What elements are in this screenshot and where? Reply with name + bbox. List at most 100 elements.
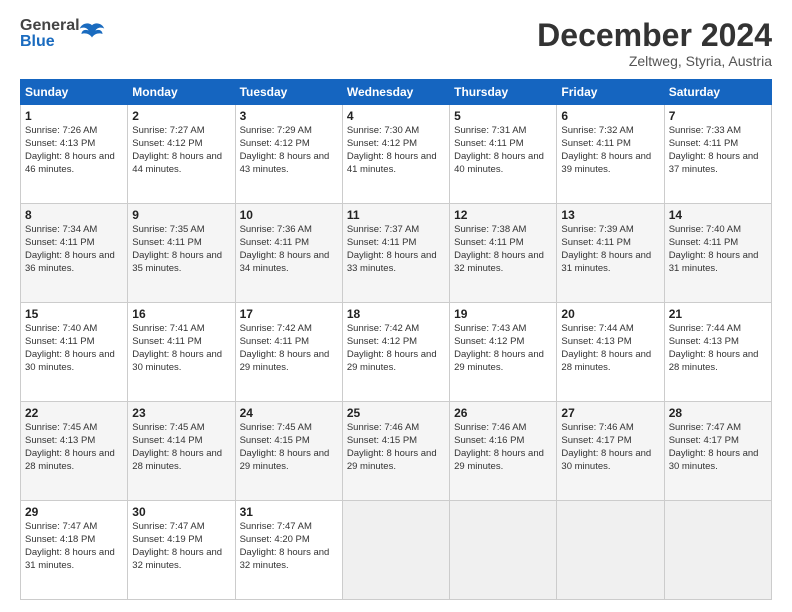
calendar-cell: 5Sunrise: 7:31 AMSunset: 4:11 PMDaylight…: [450, 105, 557, 204]
calendar-cell: 28Sunrise: 7:47 AM Sunset: 4:17 PM Dayligh…: [664, 402, 771, 501]
logo-name: General Blue: [20, 18, 80, 50]
daylight-label: Daylight: 8 hours and 32 minutes.: [454, 250, 544, 274]
sunrise-label: Sunrise: 7:27 AM: [132, 125, 204, 136]
day-number: 5: [454, 108, 552, 124]
sunset-label: Sunset: 4:11 PM: [669, 138, 739, 149]
daylight-label: Daylight: 8 hours and 30 minutes.: [25, 349, 115, 373]
calendar-cell: 27Sunrise: 7:46 AMSunset: 4:17 PMDayligh…: [557, 402, 664, 501]
calendar-cell: [450, 501, 557, 600]
sunrise-label: Sunrise: 7:39 AM: [561, 224, 633, 235]
day-number: 25: [347, 405, 445, 421]
day-number: 15: [25, 306, 123, 322]
daylight-label: Daylight: 8 hours and 31 minutes.: [669, 250, 759, 274]
sunrise-label: Sunrise: 7:37 AM: [347, 224, 419, 235]
day-number: 10: [240, 207, 338, 223]
daylight-label: Daylight: 8 hours and 46 minutes.: [25, 151, 115, 175]
calendar-cell: 25Sunrise: 7:46 AMSunset: 4:15 PMDayligh…: [342, 402, 449, 501]
sunset-label: Sunset: 4:18 PM: [25, 534, 95, 545]
calendar-cell: 26Sunrise: 7:46 AMSunset: 4:16 PMDayligh…: [450, 402, 557, 501]
sunrise-label: Sunrise: 7:45 AM: [25, 422, 97, 433]
sunrise-label: Sunrise: 7:32 AM: [561, 125, 633, 136]
day-number: 30: [132, 504, 230, 520]
calendar-cell: 19Sunrise: 7:43 AMSunset: 4:12 PMDayligh…: [450, 303, 557, 402]
day-number: 3: [240, 108, 338, 124]
daylight-label: Daylight: 8 hours and 41 minutes.: [347, 151, 437, 175]
sunrise-label: Sunrise: 7:44 AM: [561, 323, 633, 334]
day-number: 17: [240, 306, 338, 322]
day-number: 26: [454, 405, 552, 421]
calendar-header-row: SundayMondayTuesdayWednesdayThursdayFrid…: [21, 80, 772, 105]
sunrise-label: Sunrise: 7:40 AM: [25, 323, 97, 334]
sunrise-label: Sunrise: 7:41 AM: [132, 323, 204, 334]
sunset-label: Sunset: 4:11 PM: [240, 237, 310, 248]
day-number: 11: [347, 207, 445, 223]
sunrise-label: Sunrise: 7:47 AM: [669, 422, 741, 433]
sunrise-label: Sunrise: 7:40 AM: [669, 224, 741, 235]
sunrise-label: Sunrise: 7:26 AM: [25, 125, 97, 136]
day-number: 18: [347, 306, 445, 322]
calendar-cell: 10Sunrise: 7:36 AMSunset: 4:11 PMDayligh…: [235, 204, 342, 303]
daylight-label: Daylight: 8 hours and 36 minutes.: [25, 250, 115, 274]
day-number: 16: [132, 306, 230, 322]
sunset-label: Sunset: 4:11 PM: [561, 237, 631, 248]
col-header-sunday: Sunday: [21, 80, 128, 105]
sunrise-label: Sunrise: 7:45 AM: [132, 422, 204, 433]
calendar-cell: 30Sunrise: 7:47 AMSunset: 4:19 PMDayligh…: [128, 501, 235, 600]
calendar-week-0: 1Sunrise: 7:26 AMSunset: 4:13 PMDaylight…: [21, 105, 772, 204]
logo: General Blue: [20, 18, 106, 50]
daylight-label: Daylight: 8 hours and 32 minutes.: [132, 547, 222, 571]
calendar-cell: 22Sunrise: 7:45 AMSunset: 4:13 PMDayligh…: [21, 402, 128, 501]
sunrise-label: Sunrise: 7:47 AM: [132, 521, 204, 532]
col-header-saturday: Saturday: [664, 80, 771, 105]
sunrise-label: Sunrise: 7:46 AM: [561, 422, 633, 433]
calendar-cell: 1Sunrise: 7:26 AMSunset: 4:13 PMDaylight…: [21, 105, 128, 204]
sunset-label: Sunset: 4:15 PM: [240, 435, 310, 446]
calendar-cell: [557, 501, 664, 600]
sunrise-label: Sunrise: 7:34 AM: [25, 224, 97, 235]
calendar-cell: 17Sunrise: 7:42 AMSunset: 4:11 PMDayligh…: [235, 303, 342, 402]
day-number: 13: [561, 207, 659, 223]
sunset-label: Sunset: 4:12 PM: [454, 336, 524, 347]
daylight-label: Daylight: 8 hours and 43 minutes.: [240, 151, 330, 175]
daylight-label: Daylight: 8 hours and 29 minutes.: [240, 448, 330, 472]
calendar-cell: 2Sunrise: 7:27 AMSunset: 4:12 PMDaylight…: [128, 105, 235, 204]
sunset-label: Sunset: 4:13 PM: [669, 336, 739, 347]
day-number: 12: [454, 207, 552, 223]
sunrise-label: Sunrise: 7:46 AM: [454, 422, 526, 433]
day-number: 14: [669, 207, 767, 223]
sunrise-label: Sunrise: 7:38 AM: [454, 224, 526, 235]
calendar-cell: 7Sunrise: 7:33 AMSunset: 4:11 PMDaylight…: [664, 105, 771, 204]
sunrise-label: Sunrise: 7:43 AM: [454, 323, 526, 334]
daylight-label: Daylight: 8 hours and 39 minutes.: [561, 151, 651, 175]
calendar-cell: [342, 501, 449, 600]
daylight-label: Daylight: 8 hours and 29 minutes.: [347, 349, 437, 373]
col-header-wednesday: Wednesday: [342, 80, 449, 105]
page: General Blue December 2024 Zeltweg, Styr…: [0, 0, 792, 612]
sunset-label: Sunset: 4:17 PM: [669, 435, 739, 446]
day-number: 23: [132, 405, 230, 421]
calendar-cell: 18Sunrise: 7:42 AMSunset: 4:12 PMDayligh…: [342, 303, 449, 402]
daylight-label: Daylight: 8 hours and 40 minutes.: [454, 151, 544, 175]
calendar-week-1: 8Sunrise: 7:34 AMSunset: 4:11 PMDaylight…: [21, 204, 772, 303]
day-number: 20: [561, 306, 659, 322]
day-number: 24: [240, 405, 338, 421]
day-number: 6: [561, 108, 659, 124]
sunset-label: Sunset: 4:12 PM: [347, 138, 417, 149]
calendar-cell: 3Sunrise: 7:29 AMSunset: 4:12 PMDaylight…: [235, 105, 342, 204]
daylight-label: Daylight: 8 hours and 37 minutes.: [669, 151, 759, 175]
sunrise-label: Sunrise: 7:35 AM: [132, 224, 204, 235]
sunset-label: Sunset: 4:16 PM: [454, 435, 524, 446]
calendar-cell: 12Sunrise: 7:38 AMSunset: 4:11 PMDayligh…: [450, 204, 557, 303]
sunset-label: Sunset: 4:20 PM: [240, 534, 310, 545]
daylight-label: Daylight: 8 hours and 31 minutes.: [25, 547, 115, 571]
daylight-label: Daylight: 8 hours and 30 minutes.: [132, 349, 222, 373]
daylight-label: Daylight: 8 hours and 34 minutes.: [240, 250, 330, 274]
daylight-label: Daylight: 8 hours and 30 minutes.: [669, 448, 759, 472]
col-header-thursday: Thursday: [450, 80, 557, 105]
calendar-cell: 6Sunrise: 7:32 AMSunset: 4:11 PMDaylight…: [557, 105, 664, 204]
sunrise-label: Sunrise: 7:42 AM: [240, 323, 312, 334]
sunrise-label: Sunrise: 7:29 AM: [240, 125, 312, 136]
sunset-label: Sunset: 4:14 PM: [132, 435, 202, 446]
calendar-cell: 31Sunrise: 7:47 AMSunset: 4:20 PMDayligh…: [235, 501, 342, 600]
day-number: 28: [669, 405, 767, 421]
